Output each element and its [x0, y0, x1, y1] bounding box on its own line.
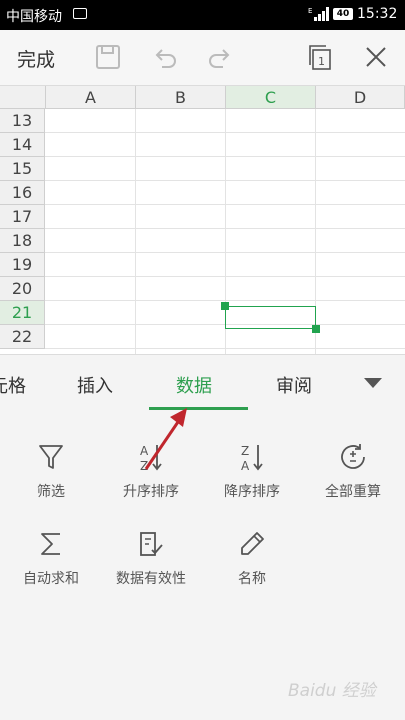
row-header[interactable]: 19 [0, 253, 45, 277]
grid-line [45, 228, 405, 229]
row-header[interactable]: 20 [0, 277, 45, 301]
row-header[interactable]: 15 [0, 157, 45, 181]
tab-review[interactable]: 审阅 [276, 372, 312, 398]
data-tools-panel: 筛选 AZ 升序排序 ZA 降序排序 全部重算 自动求和 数据有效性 名称 [0, 411, 405, 720]
sort-descending-icon: ZA [241, 444, 263, 473]
image-notification-icon [73, 8, 87, 19]
selected-cell[interactable] [225, 306, 316, 329]
row-header[interactable]: 17 [0, 205, 45, 229]
grid-line [45, 252, 405, 253]
sum-icon [41, 533, 60, 555]
recalculate-all-button[interactable]: 全部重算 [303, 441, 403, 501]
row-header-selected[interactable]: 21 [0, 301, 45, 325]
column-header[interactable]: A [46, 86, 136, 109]
close-icon[interactable] [361, 42, 391, 72]
recalculate-all-label: 全部重算 [325, 484, 381, 500]
recalculate-icon [341, 444, 365, 469]
redo-icon[interactable] [205, 42, 235, 72]
grid-line [45, 204, 405, 205]
network-type: E [308, 7, 312, 15]
column-header-selected[interactable]: C [226, 86, 316, 109]
top-toolbar: 完成 1 [0, 30, 405, 86]
column-header[interactable]: B [136, 86, 226, 109]
row-header[interactable]: 13 [0, 109, 45, 133]
grid-line [135, 109, 136, 354]
sort-descending-label: 降序排序 [224, 484, 280, 500]
svg-text:A: A [241, 459, 250, 473]
svg-text:1: 1 [318, 55, 325, 68]
name-tag-icon [241, 532, 264, 555]
grid-line [45, 132, 405, 133]
annotation-arrow [144, 408, 187, 470]
tab-cell[interactable]: 元格 [0, 372, 26, 398]
status-bar: 中国移动 E 40 15:32 [0, 0, 405, 30]
row-header[interactable]: 22 [0, 325, 45, 349]
data-validation-label: 数据有效性 [116, 571, 186, 587]
auto-sum-label: 自动求和 [23, 571, 79, 587]
watermark: Baidu 经验 [288, 681, 376, 701]
filter-button[interactable]: 筛选 [1, 441, 101, 501]
name-button[interactable]: 名称 [202, 528, 302, 588]
undo-icon[interactable] [150, 42, 180, 72]
signal-icon: E [308, 6, 330, 26]
filter-icon [39, 445, 63, 469]
more-tabs-icon[interactable] [364, 378, 382, 388]
column-header[interactable]: D [316, 86, 405, 109]
done-button[interactable]: 完成 [17, 45, 55, 72]
grid-line [45, 300, 405, 301]
grid-line [45, 348, 405, 349]
data-validation-button[interactable]: 数据有效性 [101, 528, 201, 588]
grid-line [45, 180, 405, 181]
clock: 15:32 [357, 6, 398, 22]
filter-label: 筛选 [37, 484, 65, 500]
ribbon-tab-bar: 元格 插入 数据 审阅 [0, 354, 405, 412]
sort-descending-button[interactable]: ZA 降序排序 [202, 441, 302, 501]
row-header[interactable]: 18 [0, 229, 45, 253]
battery-icon: 40 [333, 8, 353, 20]
sort-ascending-label: 升序排序 [123, 484, 179, 500]
spreadsheet-grid[interactable]: A B C D 13 14 15 16 17 18 19 20 21 22 [0, 86, 405, 354]
grid-line [45, 156, 405, 157]
svg-text:Z: Z [241, 444, 249, 458]
row-header[interactable]: 16 [0, 181, 45, 205]
row-header[interactable]: 14 [0, 133, 45, 157]
corner-cell[interactable] [0, 86, 46, 109]
selection-handle-top-left[interactable] [221, 302, 229, 310]
tab-data[interactable]: 数据 [176, 372, 212, 398]
name-label: 名称 [238, 571, 266, 587]
selection-handle-bottom-right[interactable] [312, 325, 320, 333]
window-count-icon[interactable]: 1 [305, 42, 335, 72]
grid-line [45, 276, 405, 277]
carrier-name: 中国移动 [6, 9, 62, 25]
data-validation-icon [140, 532, 163, 556]
auto-sum-button[interactable]: 自动求和 [1, 528, 101, 588]
tab-insert[interactable]: 插入 [77, 372, 113, 398]
save-icon[interactable] [93, 42, 123, 72]
